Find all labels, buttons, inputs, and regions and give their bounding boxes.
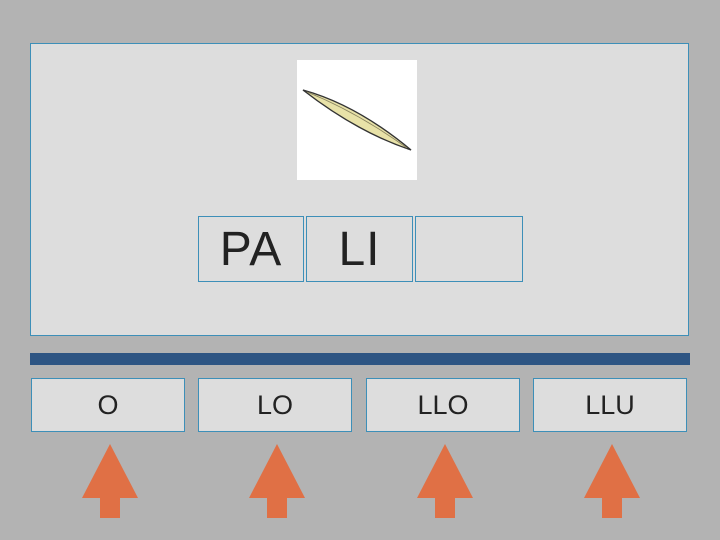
option-button-4[interactable]: LLU [533,378,687,432]
needle-icon [302,89,412,151]
syllable-slot-2: LI [306,216,413,282]
divider-bar [30,353,690,365]
option-button-1[interactable]: O [31,378,185,432]
syllable-slot-1: PA [198,216,304,282]
arrow-up-icon[interactable] [249,444,305,518]
arrow-up-icon[interactable] [82,444,138,518]
arrow-up-icon[interactable] [417,444,473,518]
arrow-up-icon[interactable] [584,444,640,518]
syllable-slot-answer[interactable] [415,216,523,282]
option-button-3[interactable]: LLO [366,378,520,432]
option-button-2[interactable]: LO [198,378,352,432]
word-picture [297,60,417,180]
